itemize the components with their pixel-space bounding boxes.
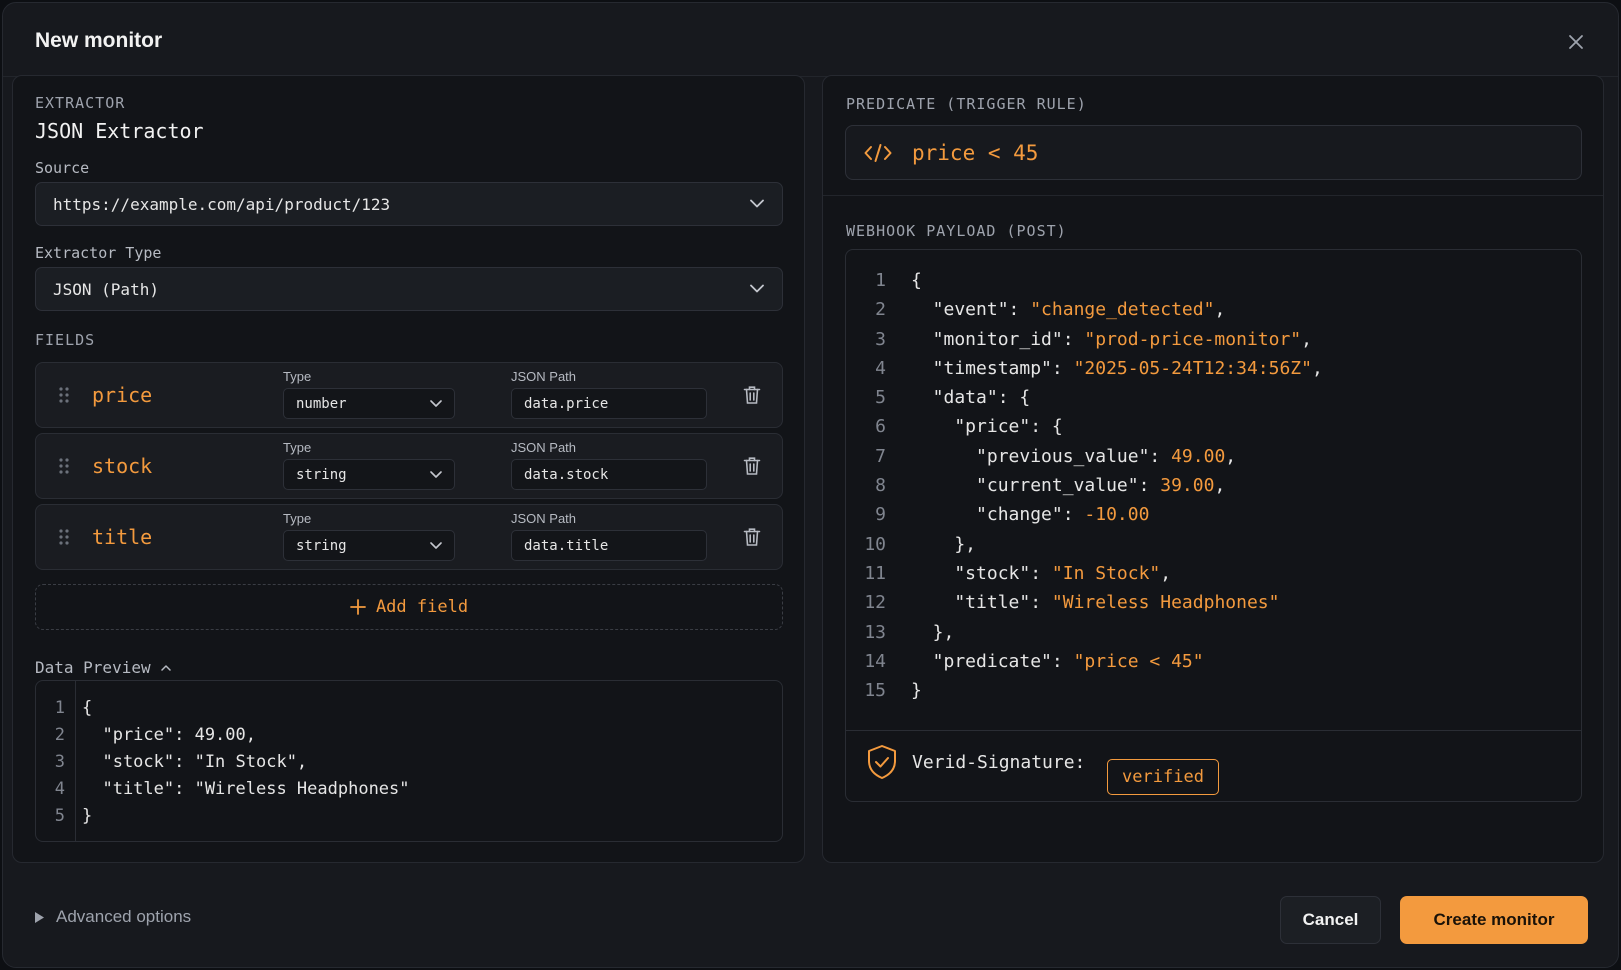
drag-handle-icon[interactable] (58, 386, 70, 404)
json-path-label: JSON Path (511, 511, 577, 526)
shield-check-icon (868, 745, 896, 779)
code-line: "change": -10.00 (911, 504, 1150, 526)
source-select[interactable]: https://example.com/api/product/123 (35, 182, 783, 226)
code-line: "previous_value": 49.00, (911, 445, 1237, 467)
create-monitor-button[interactable]: Create monitor (1400, 896, 1588, 944)
trash-icon[interactable] (743, 456, 761, 476)
triangle-right-icon (35, 911, 44, 923)
signature-divider (846, 730, 1581, 731)
chevron-down-icon (750, 199, 764, 209)
data-preview-label: Data Preview (35, 658, 151, 677)
dialog-title: New monitor (35, 29, 163, 52)
code-line: }, (911, 621, 955, 643)
type-label: Type (283, 440, 312, 455)
code-line: { (82, 698, 93, 718)
add-field-button[interactable]: Add field (35, 584, 783, 630)
code-icon (864, 143, 892, 162)
code-line: "stock": "In Stock", (911, 562, 1172, 584)
line-numbers: 1 2 3 4 5 (36, 681, 76, 841)
webhook-section-label: WEBHOOK PAYLOAD (POST) (846, 222, 1067, 240)
code-line: "stock": "In Stock", (82, 752, 308, 772)
field-type-value: number (296, 395, 347, 412)
code-line: "monitor_id": "prod-price-monitor", (911, 328, 1312, 350)
type-label: Type (283, 369, 312, 384)
json-path-input[interactable]: data.title (511, 530, 707, 561)
predicate-webhook-panel: PREDICATE (TRIGGER RULE) price < 45 WEBH… (822, 75, 1604, 863)
extractor-type-select[interactable]: JSON (Path) (35, 267, 783, 311)
line-numbers: 1 2 3 4 5 6 7 8 9 10 11 12 13 14 15 (864, 270, 886, 702)
code-line: { (911, 270, 922, 291)
extractor-type-value: JSON (Path) (53, 279, 159, 299)
code-line: "predicate": "price < 45" (911, 650, 1204, 672)
code-line: "price": { (911, 416, 1063, 438)
signature-label: Verid-Signature: (912, 751, 1086, 773)
close-icon (1569, 35, 1583, 49)
source-label: Source (35, 159, 90, 177)
code-line: "current_value": 39.00, (911, 475, 1226, 497)
webhook-payload-code: 1 2 3 4 5 6 7 8 9 10 11 12 13 14 15 { "e… (845, 249, 1582, 802)
code-content: { "price": 49.00, "stock": "In Stock", "… (82, 695, 410, 830)
chevron-down-icon (430, 399, 442, 408)
field-row-price: price Type number JSON Path data.price (35, 362, 783, 428)
drag-handle-icon[interactable] (58, 528, 70, 546)
field-type-select[interactable]: string (283, 459, 455, 490)
extractor-title: JSON Extractor (35, 119, 204, 143)
field-type-select[interactable]: string (283, 530, 455, 561)
json-path-label: JSON Path (511, 440, 577, 455)
predicate-section-label: PREDICATE (TRIGGER RULE) (846, 95, 1087, 113)
field-type-select[interactable]: number (283, 388, 455, 419)
json-path-label: JSON Path (511, 369, 577, 384)
advanced-options-toggle[interactable]: Advanced options (35, 907, 191, 927)
cancel-button[interactable]: Cancel (1280, 896, 1381, 944)
add-field-label: Add field (375, 597, 469, 617)
fields-section-label: FIELDS (35, 331, 96, 349)
field-type-value: string (296, 537, 347, 554)
field-row-stock: stock Type string JSON Path data.stock (35, 433, 783, 499)
field-name[interactable]: stock (92, 454, 152, 478)
advanced-options-label: Advanced options (56, 907, 192, 926)
code-line: } (911, 680, 922, 702)
field-name[interactable]: price (92, 383, 152, 407)
code-line: "title": "Wireless Headphones" (82, 779, 410, 799)
json-path-input[interactable]: data.price (511, 388, 707, 419)
predicate-input[interactable]: price < 45 (845, 125, 1582, 180)
extractor-section-label: EXTRACTOR (35, 94, 126, 112)
field-type-value: string (296, 466, 347, 483)
code-line: } (82, 806, 93, 826)
plus-icon (350, 599, 366, 615)
chevron-down-icon (430, 470, 442, 479)
signature-row: Verid-Signature: (866, 744, 1085, 780)
panel-divider (823, 195, 1603, 196)
code-line: "timestamp": "2025-05-24T12:34:56Z", (911, 357, 1323, 379)
code-line: }, (911, 533, 977, 555)
chevron-down-icon (750, 284, 764, 294)
json-path-input[interactable]: data.stock (511, 459, 707, 490)
close-button[interactable] (1561, 27, 1591, 57)
extractor-type-label: Extractor Type (35, 244, 162, 262)
predicate-expression: price < 45 (912, 140, 1039, 165)
extractor-panel: EXTRACTOR JSON Extractor Source https://… (12, 75, 805, 863)
drag-handle-icon[interactable] (58, 457, 70, 475)
data-preview-code: 1 2 3 4 5 { "price": 49.00, "stock": "In… (35, 680, 783, 842)
code-line: "event": "change_detected", (911, 299, 1226, 321)
data-preview-toggle[interactable]: Data Preview (35, 658, 171, 677)
code-line: "price": 49.00, (82, 725, 256, 745)
chevron-down-icon (430, 541, 442, 550)
type-label: Type (283, 511, 312, 526)
chevron-up-icon (160, 665, 171, 671)
field-row-title: title Type string JSON Path data.title (35, 504, 783, 570)
code-line: "data": { (911, 387, 1031, 409)
source-value: https://example.com/api/product/123 (53, 194, 391, 214)
code-line: "title": "Wireless Headphones" (911, 592, 1280, 614)
trash-icon[interactable] (743, 527, 761, 547)
verified-badge: verified (1107, 759, 1219, 795)
trash-icon[interactable] (743, 385, 761, 405)
field-name[interactable]: title (92, 525, 152, 549)
new-monitor-dialog: New monitor EXTRACTOR JSON Extractor Sou… (2, 2, 1619, 968)
code-content: { "event": "change_detected", "monitor_i… (911, 266, 1323, 705)
